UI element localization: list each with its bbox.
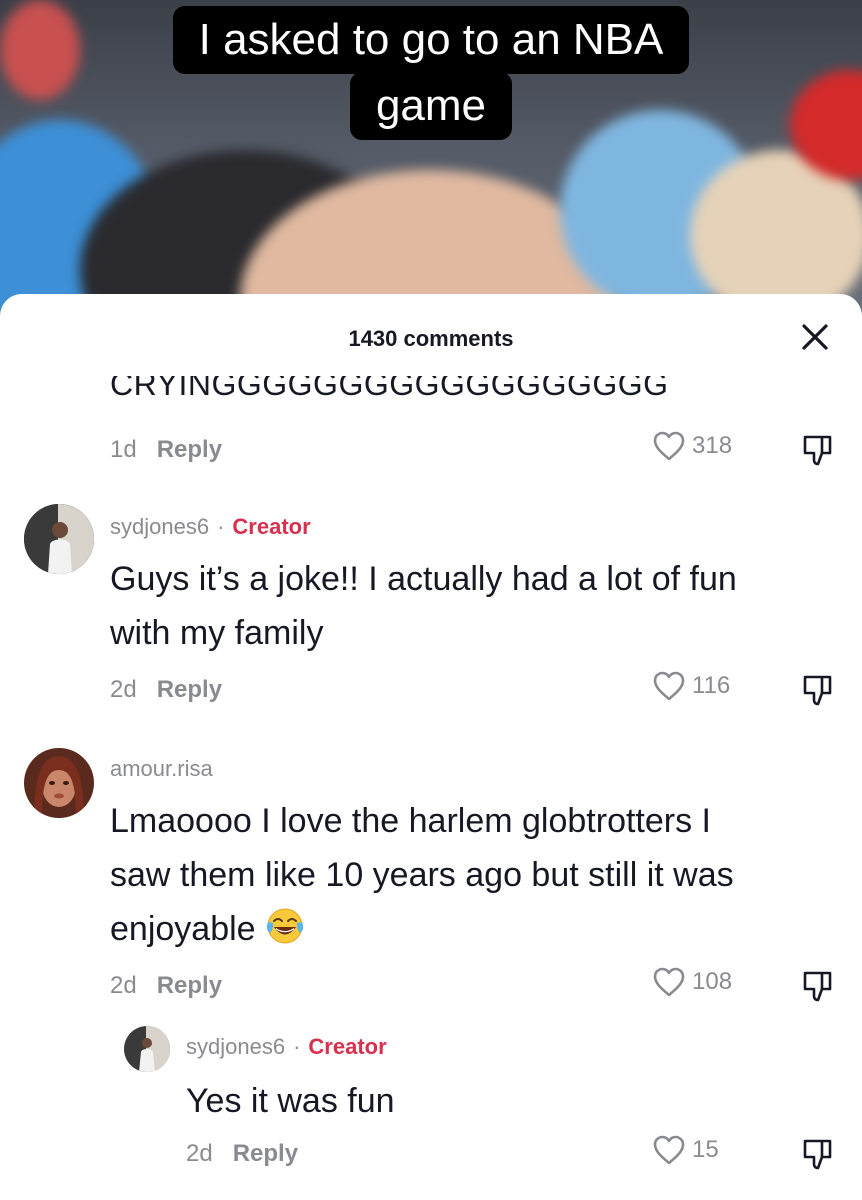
separator: ·	[293, 1034, 301, 1059]
comment-text: Lmaoooo I love the harlem globtrotters I…	[110, 794, 734, 956]
like-button[interactable]: 116	[652, 670, 730, 702]
close-icon[interactable]	[798, 320, 832, 354]
comment-time: 2d	[186, 1140, 213, 1167]
comment-header: sydjones6 · Creator	[186, 1034, 387, 1060]
like-count: 108	[692, 968, 733, 995]
avatar-image	[24, 504, 94, 574]
like-button[interactable]: 108	[652, 966, 732, 998]
thumbs-down-icon[interactable]	[800, 432, 836, 468]
comment-text: Guys it’s a joke!! I actually had a lot …	[110, 552, 737, 660]
username[interactable]: amour.risa	[110, 756, 213, 782]
face-with-tears-of-joy-icon	[266, 908, 304, 944]
like-button[interactable]: 15	[652, 1134, 719, 1166]
like-count: 15	[692, 1136, 719, 1163]
creator-badge: Creator	[308, 1034, 387, 1059]
comment-text-line: Yes it was fun	[186, 1082, 395, 1120]
username[interactable]: sydjones6	[110, 514, 209, 540]
reply-button[interactable]: Reply	[157, 972, 222, 1000]
heart-icon	[653, 1135, 685, 1165]
reply-button[interactable]: Reply	[157, 676, 222, 704]
like-count: 318	[692, 432, 733, 459]
heart-icon	[653, 967, 685, 997]
comment-count: 1430 comments	[348, 326, 514, 351]
reply-button[interactable]: Reply	[233, 1140, 298, 1168]
reply-button[interactable]: Reply	[157, 436, 222, 464]
comment-text: CRYINGGGGGGGGGGGGGGGGGG	[110, 376, 669, 402]
comment-header: amour.risa	[110, 756, 213, 782]
username[interactable]: sydjones6	[186, 1034, 285, 1060]
comment-text-fragment: enjoyable	[110, 910, 256, 948]
comments-header: 1430 comments	[0, 294, 862, 380]
comment-meta: 2d Reply	[110, 676, 222, 704]
thumbs-down-icon[interactable]	[800, 672, 836, 708]
avatar-image	[124, 1026, 170, 1072]
comment-header: sydjones6 · Creator	[110, 514, 311, 540]
comment-text-line: with my family	[110, 614, 324, 652]
comments-sheet: 1430 comments CRYINGGGGGGGGGGGGGGGGGG 1d…	[0, 294, 862, 1200]
comment-meta: 1d Reply	[110, 436, 222, 464]
comment-time: 1d	[110, 436, 137, 463]
like-button[interactable]: 318	[652, 430, 732, 462]
avatar[interactable]	[124, 1026, 170, 1072]
avatar-image	[24, 748, 94, 818]
comment-time: 2d	[110, 972, 137, 999]
separator: ·	[217, 514, 225, 539]
comment-text: Yes it was fun	[186, 1074, 395, 1128]
heart-icon	[653, 671, 685, 701]
thumbs-down-icon[interactable]	[800, 968, 836, 1004]
video-caption-line-1: I asked to go to an NBA	[0, 6, 862, 74]
like-count: 116	[692, 672, 731, 699]
heart-icon	[653, 431, 685, 461]
comment-text-line: Lmaoooo I love the harlem globtrotters I	[110, 802, 711, 840]
comment-meta: 2d Reply	[186, 1140, 298, 1168]
avatar[interactable]	[24, 504, 94, 574]
comment-meta: 2d Reply	[110, 972, 222, 1000]
video-caption-line-2: game	[0, 72, 862, 140]
comment-text-line: Guys it’s a joke!! I actually had a lot …	[110, 560, 737, 598]
comment-text-line: saw them like 10 years ago but still it …	[110, 856, 734, 894]
comment-time: 2d	[110, 676, 137, 703]
thumbs-down-icon[interactable]	[800, 1136, 836, 1172]
avatar[interactable]	[24, 748, 94, 818]
comment-text-line: enjoyable	[110, 902, 734, 956]
video-background[interactable]: I asked to go to an NBA game	[0, 0, 862, 320]
creator-badge: Creator	[232, 514, 311, 539]
